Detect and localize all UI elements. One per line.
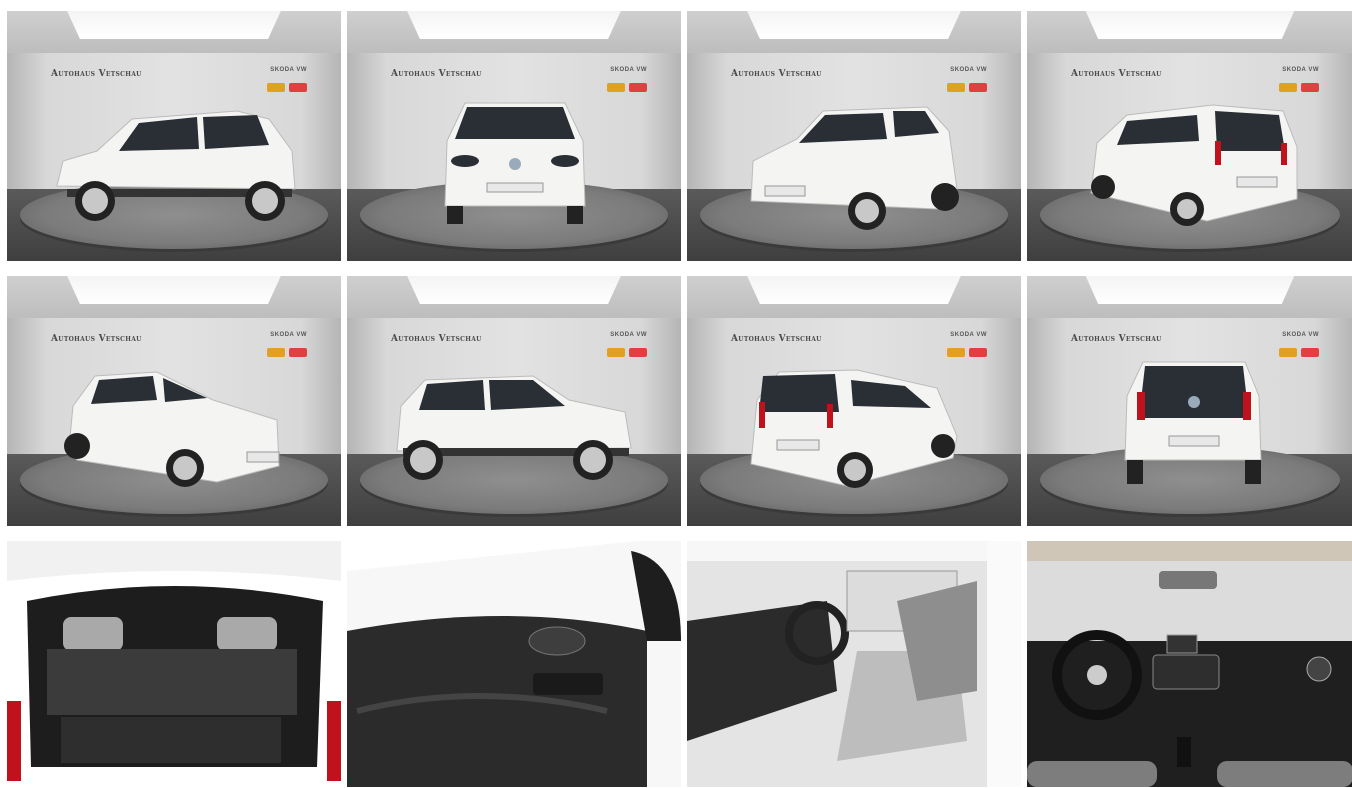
photo-exterior-side-right[interactable]: Autohaus Vetschau SKODA VW	[347, 276, 681, 526]
photo-exterior-rear-three-quarter-left[interactable]: Autohaus Vetschau SKODA VW	[1027, 11, 1352, 261]
dashboard-image	[1027, 541, 1352, 787]
photo-interior-door-panel[interactable]	[347, 541, 681, 787]
trunk-image	[7, 541, 341, 787]
photo-gallery: Autohaus Vetschau SKODA VW Autohaus Vets…	[0, 0, 1352, 788]
car-image	[1124, 361, 1262, 484]
car-image	[750, 369, 958, 488]
photo-exterior-front-three-quarter-left[interactable]: Autohaus Vetschau SKODA VW	[7, 276, 341, 526]
car-image	[64, 371, 280, 487]
car-image	[396, 375, 632, 480]
car-image	[444, 102, 586, 224]
car-image	[56, 110, 296, 221]
photo-interior-front-seats[interactable]	[687, 541, 1021, 787]
car-image	[1090, 104, 1298, 226]
photo-exterior-front-three-quarter-right[interactable]: Autohaus Vetschau SKODA VW	[687, 11, 1021, 261]
photo-interior-trunk[interactable]	[7, 541, 341, 787]
photo-exterior-side-left[interactable]: Autohaus Vetschau SKODA VW	[7, 11, 341, 261]
photo-exterior-front[interactable]: Autohaus Vetschau SKODA VW	[347, 11, 681, 261]
door-panel-image	[347, 541, 681, 787]
front-seats-image	[687, 541, 1021, 787]
photo-exterior-rear[interactable]: Autohaus Vetschau SKODA VW	[1027, 276, 1352, 526]
car-image	[750, 106, 959, 230]
photo-exterior-rear-three-quarter-right[interactable]: Autohaus Vetschau SKODA VW	[687, 276, 1021, 526]
photo-interior-dashboard[interactable]	[1027, 541, 1352, 787]
